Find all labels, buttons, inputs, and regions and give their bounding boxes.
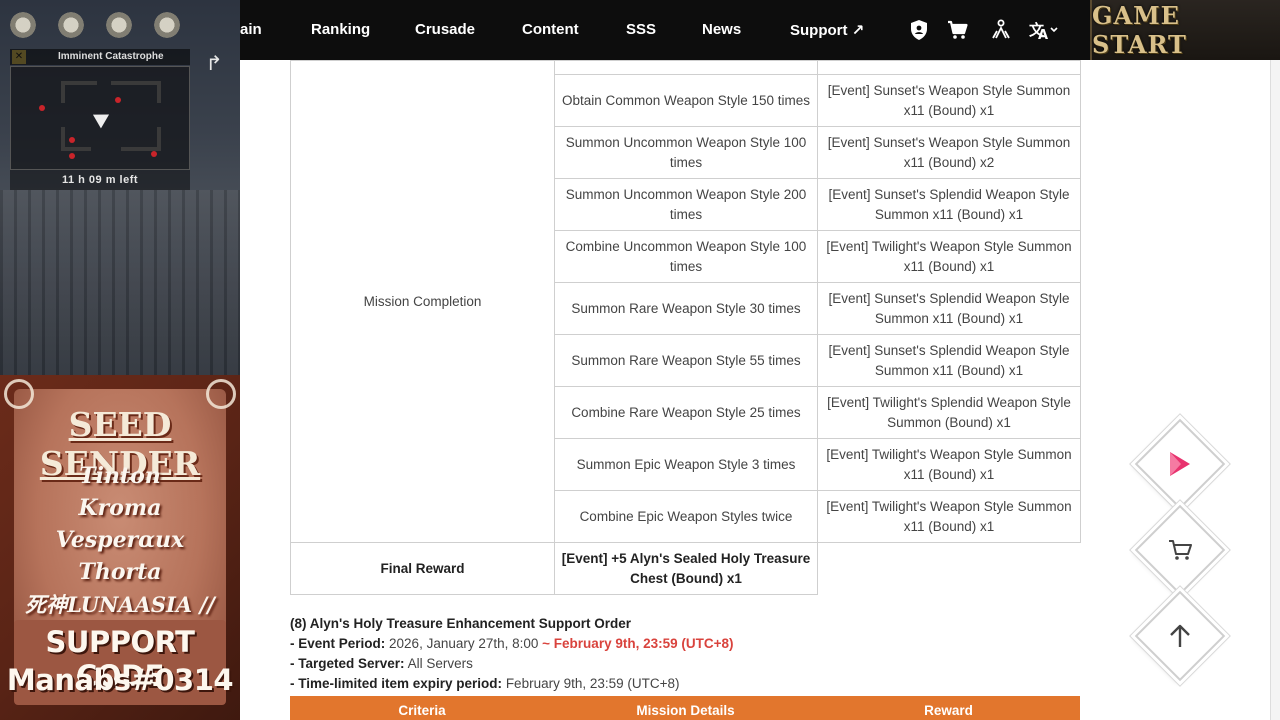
nav-item-ranking[interactable]: Ranking <box>311 21 370 38</box>
sender-name: 死神LUNAASIA // <box>25 592 215 617</box>
nav-item-content[interactable]: Content <box>522 21 579 38</box>
minimap <box>10 66 190 170</box>
targeted-server-label: - Targeted Server: <box>290 656 405 671</box>
sender-name: Kroma <box>78 495 162 521</box>
translate-icon[interactable]: 文 A <box>1028 18 1060 42</box>
game-start-label: GAME START <box>1092 1 1187 59</box>
expiry-label: - Time-limited item expiry period: <box>290 676 503 691</box>
mission-details-cell: Combine Epic Weapon Styles twice <box>554 490 818 543</box>
table-row: Mission Completion <box>290 60 1081 543</box>
next-table-header: Criteria Mission Details Reward <box>290 696 1080 720</box>
event-period-label: - Event Period: <box>290 636 386 651</box>
final-reward-label: Final Reward <box>290 542 555 595</box>
mount-icon <box>152 10 182 40</box>
character-icon <box>104 10 134 40</box>
play-logo-icon <box>1170 452 1190 476</box>
reward-cell: [Event] Sunset's Splendid Weapon Style S… <box>817 334 1081 387</box>
final-reward-cell: [Event] +5 Alyn's Sealed Holy Treasure C… <box>554 542 818 595</box>
targeted-server-line: - Targeted Server: All Servers <box>290 654 734 674</box>
mask-icon <box>56 10 86 40</box>
people-icon[interactable] <box>989 18 1013 42</box>
final-reward-row: Final Reward [Event] +5 Alyn's Sealed Ho… <box>290 542 1081 595</box>
reward-cell: [Event] Twilight's Weapon Style Summon x… <box>817 438 1081 491</box>
sender-name: Vesperαux <box>55 527 185 553</box>
seed-sender-panel: SEED SENDER Tinton Kroma Vesperαux Thort… <box>0 375 240 720</box>
page-scrollbar[interactable] <box>1270 60 1280 720</box>
svg-text:A: A <box>1038 28 1048 42</box>
sender-name: Tinton <box>79 463 161 489</box>
time-left-label: 11 h 09 m left <box>10 170 190 190</box>
reward-cell: [Event] Sunset's Splendid Weapon Style S… <box>817 282 1081 335</box>
sender-name: Thorta <box>78 559 162 585</box>
top-navigation: ain Ranking Crusade Content SSS News Sup… <box>240 0 1090 60</box>
header-mission-details: Mission Details <box>636 703 735 718</box>
reward-cell: [Event] Twilight's Weapon Style Summon x… <box>817 230 1081 283</box>
event-section: (8) Alyn's Holy Treasure Enhancement Sup… <box>290 614 734 694</box>
event-period-line: - Event Period: 2026, January 27th, 8:00… <box>290 634 734 654</box>
event-period-end: ~ February 9th, 23:59 (UTC+8) <box>542 636 734 651</box>
header-criteria: Criteria <box>398 703 446 718</box>
mission-details-cell: Summon Uncommon Weapon Style 200 times <box>554 178 818 231</box>
player-marker-icon <box>92 107 114 129</box>
mission-title: Imminent Catastrophe <box>10 49 190 65</box>
reward-cell: [Event] Twilight's Splendid Weapon Style… <box>817 386 1081 439</box>
nav-item-support[interactable]: Support ↗ <box>790 21 864 39</box>
reward-cell: [Event] Twilight's Weapon Style Summon x… <box>817 490 1081 543</box>
nav-item-crusade[interactable]: Crusade <box>415 21 475 38</box>
mission-details-cell: Summon Rare Weapon Style 55 times <box>554 334 818 387</box>
header-reward: Reward <box>924 703 973 718</box>
arrow-up-icon <box>1170 624 1190 647</box>
event-period-start: 2026, January 27th, 8:00 <box>389 636 539 651</box>
mission-details-cell: Combine Rare Weapon Style 25 times <box>554 386 818 439</box>
mission-table: Mission Completion Obtain Common Weapon … <box>290 60 1081 595</box>
mission-details-cell: Combine Uncommon Weapon Style 100 times <box>554 230 818 283</box>
eye-icon <box>8 10 38 40</box>
nav-item-sss[interactable]: SSS <box>626 21 656 38</box>
mission-details-cell: Summon Epic Weapon Style 3 times <box>554 438 818 491</box>
nav-item-main[interactable]: ain <box>240 21 262 38</box>
mission-details-cell: Obtain Common Weapon Style 150 times <box>554 74 818 127</box>
game-hud-icons <box>8 10 182 40</box>
share-icon[interactable]: ↱ <box>202 52 226 76</box>
shield-icon[interactable] <box>907 18 931 42</box>
support-code-value: Manabs#0314 <box>6 663 234 697</box>
cart-icon <box>1169 540 1192 560</box>
targeted-server-value: All Servers <box>407 656 473 671</box>
mission-details-cell: Summon Rare Weapon Style 30 times <box>554 282 818 335</box>
cart-icon[interactable] <box>946 18 970 42</box>
reward-cell: [Event] Sunset's Weapon Style Summon x11… <box>817 74 1081 127</box>
game-floor <box>0 190 240 375</box>
reward-cell: [Event] Sunset's Weapon Style Summon x11… <box>817 126 1081 179</box>
stream-overlay: ✕ Imminent Catastrophe ↱ 11 h 09 m left … <box>0 0 240 720</box>
criteria-cell: Mission Completion <box>290 60 555 543</box>
mission-details-cell: Summon Uncommon Weapon Style 100 times <box>554 126 818 179</box>
expiry-value: February 9th, 23:59 (UTC+8) <box>505 676 680 691</box>
expiry-line: - Time-limited item expiry period: Febru… <box>290 674 734 694</box>
section-heading: (8) Alyn's Holy Treasure Enhancement Sup… <box>290 616 632 631</box>
nav-item-news[interactable]: News <box>702 21 741 38</box>
game-start-button[interactable]: GAME START <box>1090 0 1280 60</box>
reward-cell: [Event] Sunset's Splendid Weapon Style S… <box>817 178 1081 231</box>
